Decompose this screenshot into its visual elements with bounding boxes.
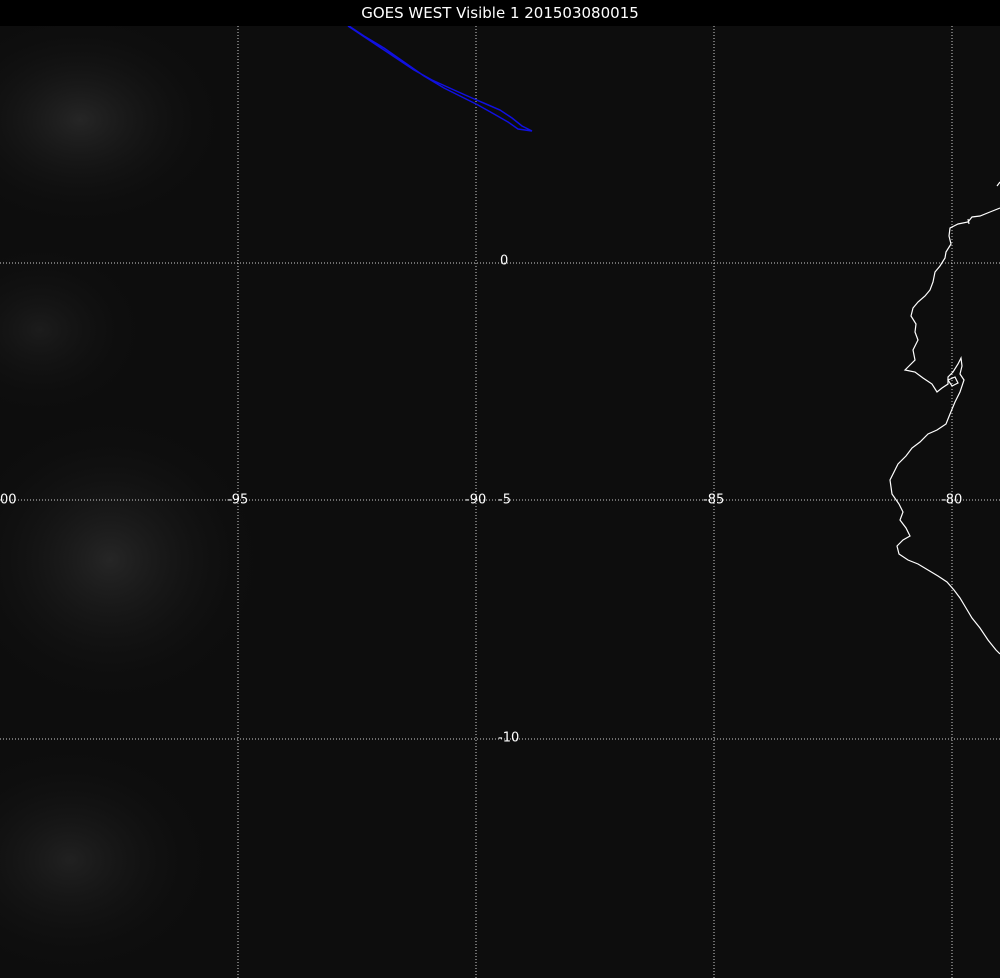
coastline [889, 181, 1000, 655]
satellite-map: 00 -95 -90 -85 -80 0 -5 -10 [0, 10, 1000, 978]
image-title: GOES WEST Visible 1 201503080015 [0, 0, 1000, 26]
longitude-label: -85 [703, 493, 724, 508]
longitude-label: -90 [465, 493, 486, 508]
gulf-island [947, 376, 959, 387]
longitude-label: -80 [941, 493, 962, 508]
longitude-label: 00 [0, 493, 17, 508]
latitude-label: 0 [500, 254, 508, 269]
coast-inlet [967, 218, 970, 225]
satellite-image-frame: 00 -95 -90 -85 -80 0 -5 -10 GOES WEST Vi… [0, 0, 1000, 978]
latitude-label: -10 [498, 731, 519, 746]
boundary-line [345, 23, 533, 132]
latitude-label: -5 [498, 493, 511, 508]
longitude-label: -95 [227, 493, 248, 508]
